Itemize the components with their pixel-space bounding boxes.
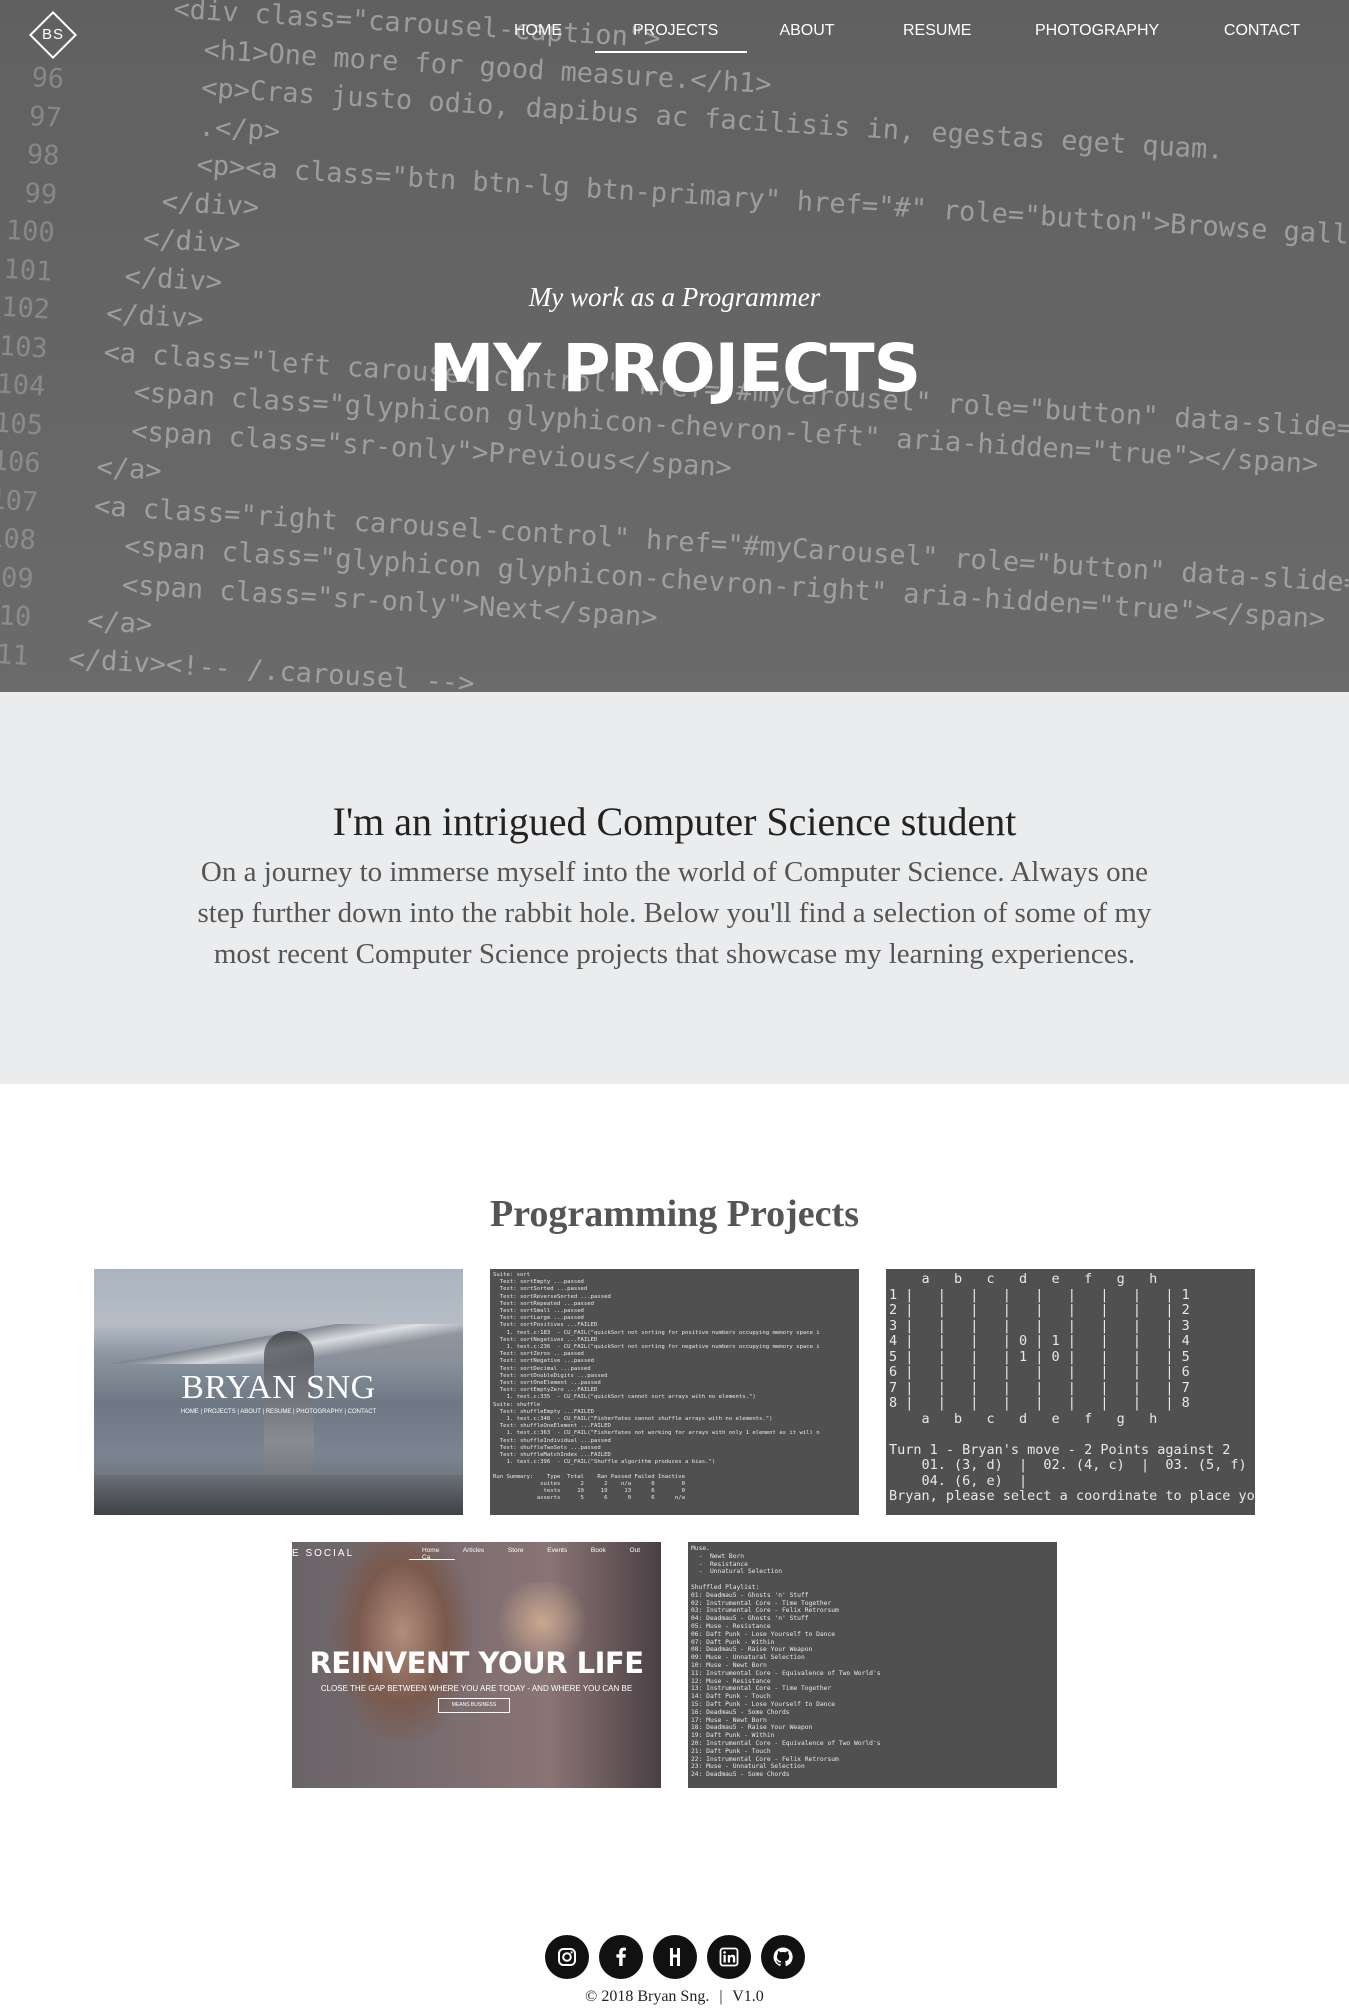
nav-resume[interactable]: RESUME xyxy=(903,22,971,40)
terminal-output: a b c d e f g h 1 | | | | | | | | | 1 2 … xyxy=(889,1271,1255,1504)
project-thumb-othello[interactable]: a b c d e f g h 1 | | | | | | | | | 1 2 … xyxy=(886,1269,1255,1515)
nav-contact[interactable]: CONTACT xyxy=(1223,22,1301,40)
copyright-text: © 2018 Bryan Sng. xyxy=(585,1988,710,2005)
intro-heading: I'm an intrigued Computer Science studen… xyxy=(332,799,1017,844)
houzz-icon[interactable] xyxy=(653,1935,697,1979)
thumb-headline: REINVENT YOUR LIFE xyxy=(309,1646,644,1680)
project-thumb-playlist-shuffle[interactable]: Muse. - Newt Born - Resistance - Unnatur… xyxy=(688,1542,1057,1788)
project-thumb-sort-tests[interactable]: Suite: sort Test: sortEmpty ...passed Te… xyxy=(490,1269,859,1515)
hero-subtitle: My work as a Programmer xyxy=(528,282,821,312)
thumb-mini-nav: HOME | PROJECTS | ABOUT | RESUME | PHOTO… xyxy=(180,1409,377,1415)
project-thumb-portfolio-site[interactable]: BRYAN SNG HOME | PROJECTS | ABOUT | RESU… xyxy=(94,1269,463,1515)
nav-home[interactable]: HOME xyxy=(513,22,563,40)
nav-photography[interactable]: PHOTOGRAPHY xyxy=(1035,22,1159,40)
terminal-output: Muse. - Newt Born - Resistance - Unnatur… xyxy=(691,1545,881,1779)
projects-heading: Programming Projects xyxy=(490,1193,859,1235)
nav-projects[interactable]: PROJECTS xyxy=(595,22,747,53)
nav-about[interactable]: ABOUT xyxy=(779,22,835,40)
thumb-cta-button: MEANS BUSINESS xyxy=(438,1698,510,1713)
intro-section: I'm an intrigued Computer Science studen… xyxy=(0,692,1349,1084)
linkedin-icon[interactable] xyxy=(707,1935,751,1979)
footer-copyright: © 2018 Bryan Sng. | V1.0 xyxy=(0,1988,1349,2006)
hero-banner: <div class="carousel-caption"> <h1>One m… xyxy=(0,0,1349,692)
project-thumb-reinvent-site[interactable]: E SOCIAL Home Articles Store Events Book… xyxy=(292,1542,661,1788)
thumb-brand: E SOCIAL xyxy=(292,1548,355,1559)
intro-text: On a journey to immerse myself into the … xyxy=(197,856,1152,970)
thumb-tagline: CLOSE THE GAP BETWEEN WHERE YOU ARE TODA… xyxy=(320,1684,633,1693)
footer-separator: | xyxy=(719,1988,723,2005)
github-icon[interactable] xyxy=(761,1935,805,1979)
instagram-icon[interactable] xyxy=(545,1935,589,1979)
thumb-brand: BRYAN SNG xyxy=(181,1369,376,1406)
terminal-output: Suite: sort Test: sortEmpty ...passed Te… xyxy=(493,1272,820,1502)
facebook-icon[interactable] xyxy=(599,1935,643,1979)
version-text: V1.0 xyxy=(732,1988,764,2005)
thumb-top-nav: Home Articles Store Events Book Out Ca xyxy=(422,1547,641,1561)
main-nav: HOME PROJECTS ABOUT RESUME PHOTOGRAPHY C… xyxy=(0,0,1349,60)
page-title: MY PROJECTS xyxy=(428,330,921,407)
social-links xyxy=(545,1935,805,1979)
